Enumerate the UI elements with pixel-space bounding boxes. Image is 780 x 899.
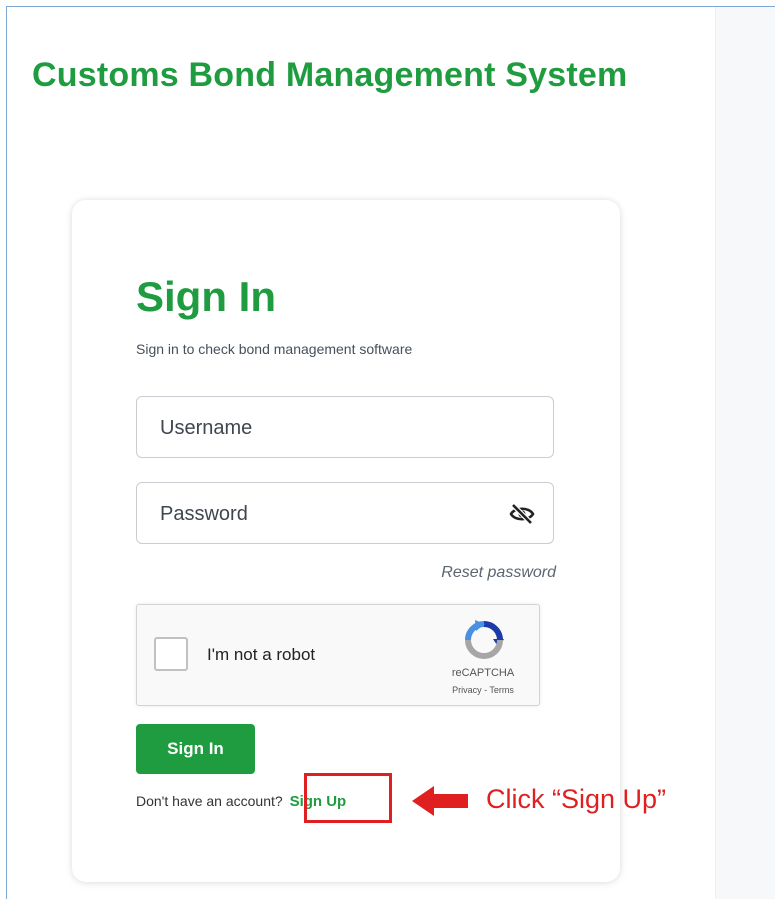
signin-button[interactable]: Sign In [136,724,255,774]
recaptcha-terms-link[interactable]: Privacy - Terms [433,685,533,695]
recaptcha-checkbox[interactable] [154,637,188,671]
left-arrow-icon [412,786,468,816]
reset-password-link[interactable]: Reset password [441,564,556,582]
password-field[interactable] [136,482,554,545]
recaptcha-logo-icon [465,620,504,659]
password-input[interactable] [158,483,482,545]
recaptcha-label: I'm not a robot [207,645,316,664]
recaptcha-brand: reCAPTCHA [451,667,515,679]
annotation-highlight-box [304,773,392,823]
username-field[interactable] [136,396,554,459]
username-input[interactable] [158,397,482,459]
right-panel [715,7,775,899]
signin-title: Sign In [136,273,276,320]
recaptcha-widget: I'm not a robot reCAPTCHA Privacy - Term… [136,604,540,706]
eye-slash-icon[interactable] [509,502,535,526]
annotation-callout: Click “Sign Up” [486,784,667,814]
app-title: Customs Bond Management System [32,56,628,94]
no-account-text: Don't have an account? [136,793,283,809]
signin-subtitle: Sign in to check bond management softwar… [136,341,413,357]
